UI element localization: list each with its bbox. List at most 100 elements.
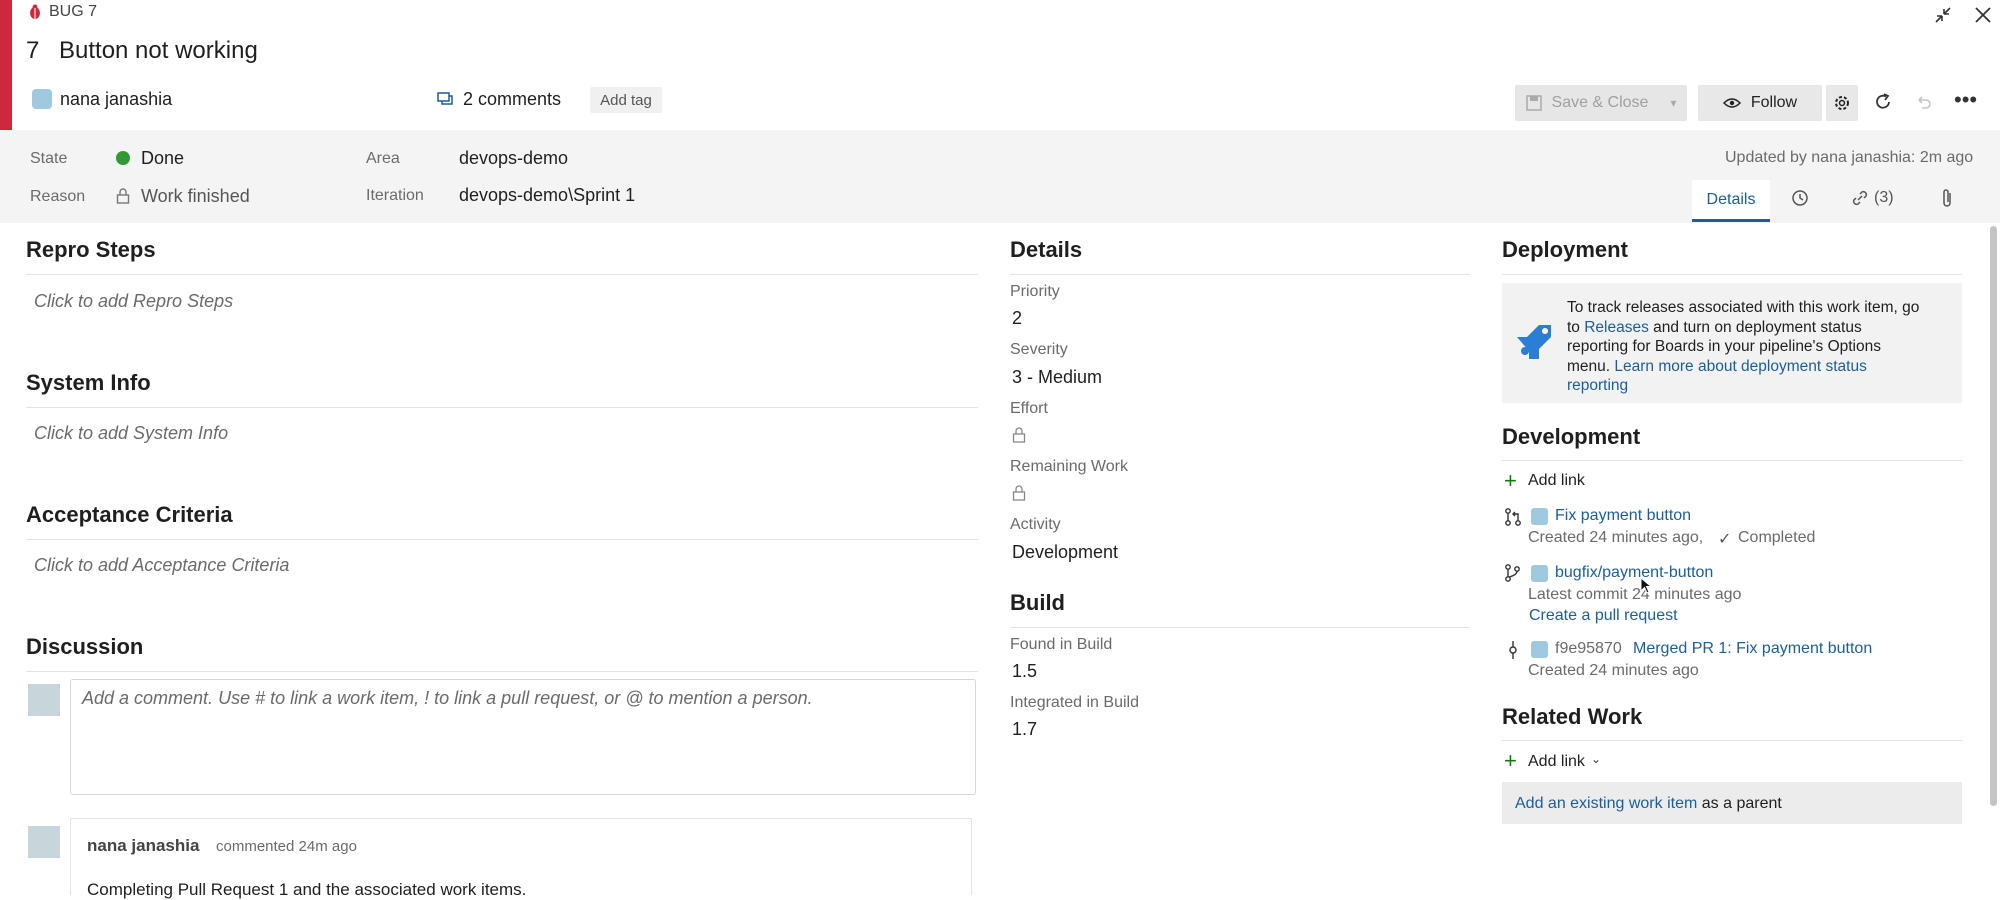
collapse-icon[interactable] — [1932, 4, 1954, 26]
save-icon — [1525, 95, 1542, 111]
area-value[interactable]: devops-demo — [459, 148, 568, 169]
comment-text: Completing Pull Request 1 and the associ… — [87, 880, 527, 899]
lock-icon — [1012, 426, 1026, 444]
close-icon[interactable] — [1972, 4, 1994, 26]
more-options-icon[interactable]: ••• — [1954, 89, 1978, 113]
iteration-value[interactable]: devops-demo\Sprint 1 — [459, 185, 635, 206]
create-pull-request-link[interactable]: Create a pull request — [1529, 607, 1678, 625]
deployment-text-line: To track releases associated with this w… — [1567, 299, 1920, 316]
bug-color-bar — [0, 0, 12, 130]
plus-icon[interactable]: + — [1504, 750, 1517, 772]
dev-item-title[interactable]: Fix payment button — [1555, 507, 1691, 525]
remaining-work-label: Remaining Work — [1010, 458, 1128, 475]
links-count[interactable]: (3) — [1874, 189, 1894, 207]
severity-label: Severity — [1010, 341, 1068, 358]
divider — [26, 407, 978, 408]
repro-steps-title: Repro Steps — [26, 237, 156, 262]
pull-request-icon — [1504, 507, 1522, 527]
deployment-text: menu. — [1567, 357, 1615, 375]
avatar — [1531, 508, 1548, 525]
work-item-id: 7 — [26, 37, 40, 64]
assignee-name[interactable]: nana janashia — [60, 89, 172, 110]
avatar — [28, 826, 60, 858]
divider — [1010, 274, 1470, 275]
deployment-text-line: to Releases and turn on deployment statu… — [1567, 318, 1955, 338]
gear-icon[interactable] — [1826, 85, 1858, 121]
lock-icon — [116, 187, 130, 205]
integrated-in-build-value[interactable]: 1.7 — [1012, 719, 1037, 740]
chevron-down-icon[interactable]: ▾ — [1670, 96, 1676, 110]
add-existing-work-item-link[interactable]: Add an existing work item — [1515, 795, 1697, 812]
avatar — [28, 684, 60, 716]
releases-link[interactable]: Releases — [1584, 319, 1649, 336]
related-work-title: Related Work — [1502, 704, 1643, 729]
undo-icon[interactable] — [1912, 91, 1934, 113]
work-item-type-label: BUG 7 — [49, 3, 98, 20]
save-close-button[interactable]: Save & Close ▾ — [1515, 85, 1687, 121]
system-info-title: System Info — [26, 370, 151, 395]
details-title: Details — [1010, 237, 1083, 262]
divider — [26, 274, 978, 275]
deployment-text: and turn on deployment status — [1648, 318, 1862, 336]
branch-icon — [1504, 563, 1522, 583]
related-work-suffix: as a parent — [1697, 795, 1782, 812]
dev-add-link[interactable]: Add link — [1528, 472, 1585, 490]
scrollbar-thumb[interactable] — [1990, 226, 1997, 806]
chevron-down-icon[interactable]: ⌄ — [1591, 752, 1601, 766]
tab-details[interactable]: Details — [1692, 180, 1770, 222]
deployment-title: Deployment — [1502, 237, 1628, 262]
repro-steps-field[interactable]: Click to add Repro Steps — [34, 291, 233, 312]
found-in-build-value[interactable]: 1.5 — [1012, 661, 1037, 682]
deployment-text: to — [1567, 318, 1585, 336]
history-icon[interactable] — [1790, 188, 1810, 208]
priority-value[interactable]: 2 — [1012, 308, 1022, 329]
development-title: Development — [1502, 424, 1641, 449]
found-in-build-label: Found in Build — [1010, 636, 1113, 653]
dev-item-meta: Created 24 minutes ago — [1528, 662, 1699, 679]
system-info-field[interactable]: Click to add System Info — [34, 423, 228, 444]
lock-icon — [1012, 484, 1026, 502]
acceptance-criteria-field[interactable]: Click to add Acceptance Criteria — [34, 555, 289, 576]
check-icon: ✓ — [1718, 531, 1732, 548]
state-label: State — [30, 150, 68, 167]
reason-label: Reason — [30, 188, 86, 205]
state-value[interactable]: Done — [141, 148, 184, 169]
bug-icon — [28, 4, 42, 20]
divider — [26, 671, 978, 672]
mouse-cursor-icon — [1640, 577, 1654, 595]
discussion-title: Discussion — [26, 634, 144, 659]
follow-button[interactable]: Follow — [1698, 85, 1822, 121]
iteration-label: Iteration — [366, 187, 424, 204]
deployment-text-line: reporting for Boards in your pipeline's … — [1567, 338, 1881, 355]
activity-value[interactable]: Development — [1012, 542, 1118, 563]
learn-more-link[interactable]: Learn more about deployment status — [1614, 358, 1866, 375]
divider — [1502, 274, 1962, 275]
commit-icon — [1504, 640, 1522, 660]
comment-author[interactable]: nana janashia — [87, 836, 199, 856]
dev-item-title[interactable]: bugfix/payment-button — [1555, 564, 1713, 582]
avatar — [1531, 641, 1548, 658]
dev-item-status: Completed — [1738, 529, 1816, 546]
state-indicator-icon — [116, 151, 130, 165]
dev-item-title[interactable]: Merged PR 1: Fix payment button — [1633, 640, 1872, 658]
attachment-icon[interactable] — [1940, 188, 1954, 208]
comments-count[interactable]: 2 comments — [463, 89, 561, 110]
avatar — [32, 89, 52, 109]
link-icon[interactable] — [1850, 189, 1870, 207]
acceptance-criteria-title: Acceptance Criteria — [26, 502, 233, 527]
priority-label: Priority — [1010, 283, 1060, 300]
deployment-text-line: menu. Learn more about deployment status — [1567, 357, 1955, 377]
work-item-title[interactable]: Button not working — [59, 37, 258, 65]
divider — [26, 539, 978, 540]
pipelines-icon — [1513, 321, 1555, 363]
comments-icon — [436, 89, 456, 109]
refresh-icon[interactable] — [1872, 91, 1894, 113]
learn-more-link[interactable]: reporting — [1567, 376, 1955, 396]
severity-value[interactable]: 3 - Medium — [1012, 367, 1102, 388]
activity-label: Activity — [1010, 516, 1061, 533]
related-add-link[interactable]: Add link — [1528, 753, 1585, 771]
updated-by: Updated by nana janashia: 2m ago — [1725, 149, 1974, 166]
plus-icon[interactable]: + — [1504, 470, 1517, 492]
add-tag-button[interactable]: Add tag — [590, 87, 662, 113]
dev-item-meta: Latest commit 24 minutes ago — [1528, 586, 1742, 603]
